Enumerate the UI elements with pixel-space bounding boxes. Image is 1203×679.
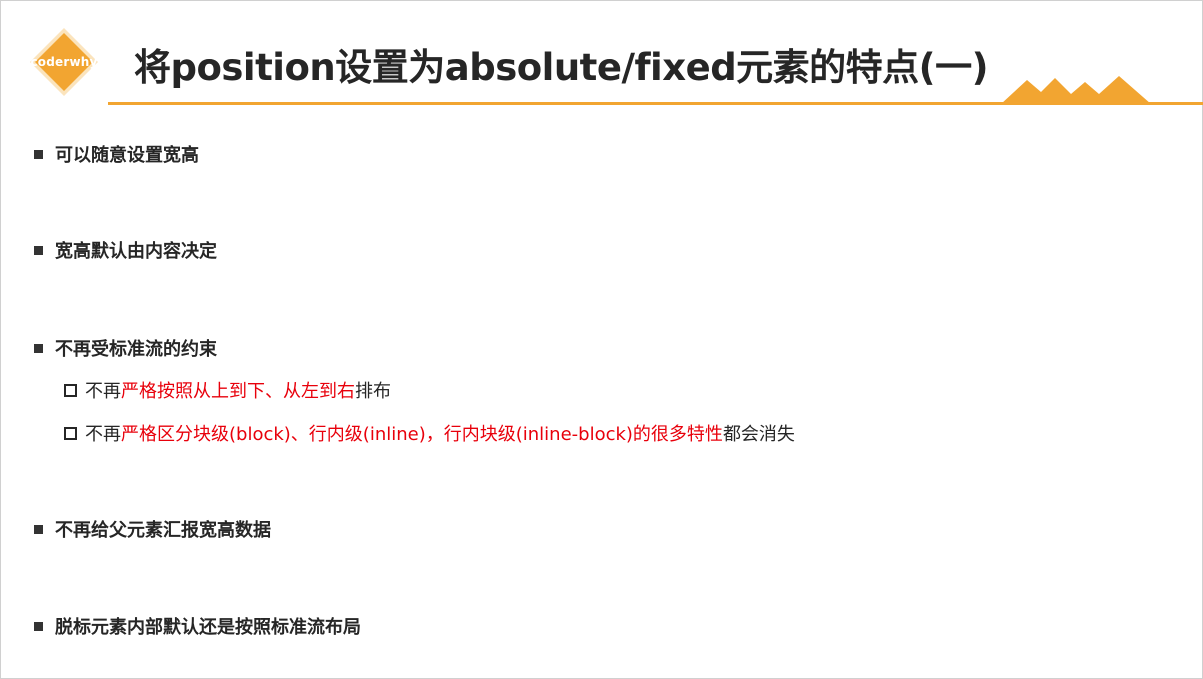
- square-bullet-icon: [34, 149, 43, 159]
- slide: coderwhy 将position设置为absolute/fixed元素的特点…: [0, 0, 1203, 679]
- bullet-item: 脱标元素内部默认还是按照标准流布局: [34, 613, 361, 639]
- hollow-square-bullet-icon: [64, 426, 77, 440]
- hollow-square-bullet-icon: [64, 383, 77, 397]
- bullet-item: 不再给父元素汇报宽高数据: [34, 516, 271, 542]
- square-bullet-icon: [34, 524, 43, 534]
- bullet-item: 宽高默认由内容决定: [34, 237, 217, 263]
- sub-text-prefix: 不再: [85, 381, 121, 402]
- bullet-item: 可以随意设置宽高: [34, 141, 199, 167]
- sub-text-suffix: 都会消失: [722, 424, 795, 445]
- bullet-text: 脱标元素内部默认还是按照标准流布局: [55, 617, 361, 638]
- sub-text-prefix: 不再: [85, 424, 121, 445]
- sub-bullet-item: 不再 严格按照从上到下、从左到右 排布: [64, 377, 391, 403]
- square-bullet-icon: [34, 343, 43, 353]
- mountains-decoration: [1001, 76, 1151, 104]
- bullet-text: 可以随意设置宽高: [55, 145, 199, 166]
- page-title: 将position设置为absolute/fixed元素的特点(一): [134, 46, 989, 89]
- sub-bullet-item: 不再 严格区分块级(block)、行内级(inline)，行内块级(inline-…: [64, 420, 795, 446]
- square-bullet-icon: [34, 621, 43, 631]
- sub-text-highlight: 严格按照从上到下、从左到右: [121, 381, 355, 402]
- logo-text: coderwhy: [30, 55, 98, 69]
- bullet-text: 宽高默认由内容决定: [55, 241, 217, 262]
- bullet-text: 不再受标准流的约束: [55, 339, 217, 360]
- sub-text-suffix: 排布: [355, 381, 391, 402]
- coderwhy-logo: coderwhy: [29, 27, 99, 97]
- title-underline: [108, 102, 1203, 105]
- bullet-item: 不再受标准流的约束: [34, 335, 217, 361]
- square-bullet-icon: [34, 245, 43, 255]
- sub-text-highlight: 严格区分块级(block)、行内级(inline)，行内块级(inline-bl…: [121, 424, 723, 445]
- bullet-text: 不再给父元素汇报宽高数据: [55, 520, 271, 541]
